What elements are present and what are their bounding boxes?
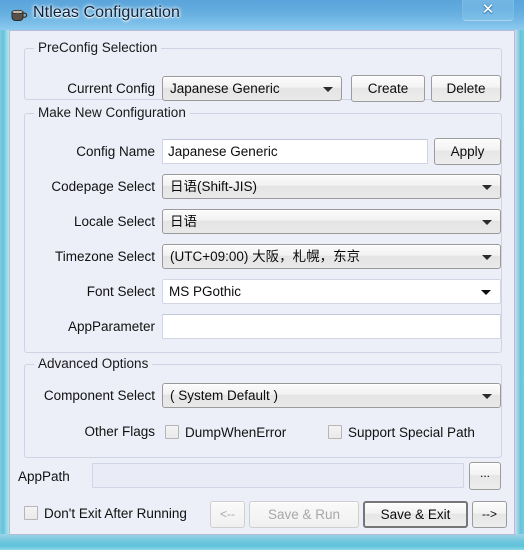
window-frame-bottom-edge xyxy=(0,534,524,550)
chevron-down-icon xyxy=(482,185,492,190)
checkbox-box-icon xyxy=(24,506,38,520)
component-select-label: Component Select xyxy=(43,388,155,403)
checkbox-box-icon xyxy=(328,425,342,439)
delete-button[interactable]: Delete xyxy=(431,75,501,102)
apppath-input[interactable] xyxy=(92,463,464,488)
locale-select-label: Locale Select xyxy=(73,214,155,229)
locale-select-value: 日语 xyxy=(170,214,197,229)
codepage-select-label: Codepage Select xyxy=(51,179,155,194)
dump-when-error-label: DumpWhenError xyxy=(185,425,287,440)
support-special-path-label: Support Special Path xyxy=(348,425,475,440)
component-select-dropdown[interactable]: ( System Default ) xyxy=(162,383,501,408)
timezone-select-value: (UTC+09:00) 大阪，札幌，东京 xyxy=(170,249,361,264)
codepage-select-dropdown[interactable]: 日语(Shift-JIS) xyxy=(162,174,501,199)
config-name-value: Japanese Generic xyxy=(168,144,278,159)
current-config-label: Current Config xyxy=(67,81,155,96)
make-new-group-title: Make New Configuration xyxy=(34,105,190,120)
font-select-value: MS PGothic xyxy=(169,284,242,299)
client-area: PreConfig Selection Current Config Japan… xyxy=(9,30,515,535)
window-title: Ntleas Configuration xyxy=(33,4,180,21)
chevron-down-icon xyxy=(482,394,492,399)
font-select-label: Font Select xyxy=(86,284,155,299)
apply-button[interactable]: Apply xyxy=(434,138,501,165)
back-button[interactable]: <-- xyxy=(210,501,245,528)
chevron-down-icon xyxy=(482,255,492,260)
coffee-cup-icon xyxy=(11,9,28,21)
create-button[interactable]: Create xyxy=(351,75,425,102)
config-name-input[interactable]: Japanese Generic xyxy=(162,139,428,164)
forward-button[interactable]: --> xyxy=(472,501,507,528)
ntleas-configuration-window: Ntleas Configuration ✕ PreConfig Selecti… xyxy=(0,0,524,550)
browse-apppath-button[interactable]: ... xyxy=(469,462,501,490)
appparameter-input[interactable] xyxy=(162,314,501,339)
appparameter-label: AppParameter xyxy=(67,319,155,334)
window-frame-right-edge xyxy=(515,28,524,550)
chevron-down-icon xyxy=(481,290,491,295)
advanced-options-group: Advanced Options xyxy=(24,356,502,458)
codepage-select-value: 日语(Shift-JIS) xyxy=(170,179,258,194)
timezone-select-label: Timezone Select xyxy=(54,249,155,264)
apppath-label: AppPath xyxy=(18,469,70,484)
config-name-label: Config Name xyxy=(76,144,155,159)
chevron-down-icon xyxy=(323,87,333,92)
save-and-exit-button[interactable]: Save & Exit xyxy=(363,501,468,528)
font-select-dropdown[interactable]: MS PGothic xyxy=(162,279,501,304)
current-config-value: Japanese Generic xyxy=(170,81,280,96)
title-bar[interactable]: Ntleas Configuration ✕ xyxy=(0,0,524,30)
dont-exit-after-running-label: Don't Exit After Running xyxy=(44,506,187,521)
save-and-run-button[interactable]: Save & Run xyxy=(249,501,359,528)
close-icon: ✕ xyxy=(481,1,495,18)
close-button[interactable]: ✕ xyxy=(462,0,514,22)
other-flags-label: Other Flags xyxy=(84,424,155,439)
component-select-value: ( System Default ) xyxy=(170,388,279,403)
advanced-group-title: Advanced Options xyxy=(34,356,153,371)
window-frame-left-edge xyxy=(0,28,9,550)
current-config-dropdown[interactable]: Japanese Generic xyxy=(162,76,342,101)
preconfig-group-title: PreConfig Selection xyxy=(34,40,162,55)
timezone-select-dropdown[interactable]: (UTC+09:00) 大阪，札幌，东京 xyxy=(162,244,501,269)
chevron-down-icon xyxy=(482,220,492,225)
checkbox-box-icon xyxy=(165,425,179,439)
locale-select-dropdown[interactable]: 日语 xyxy=(162,209,501,234)
